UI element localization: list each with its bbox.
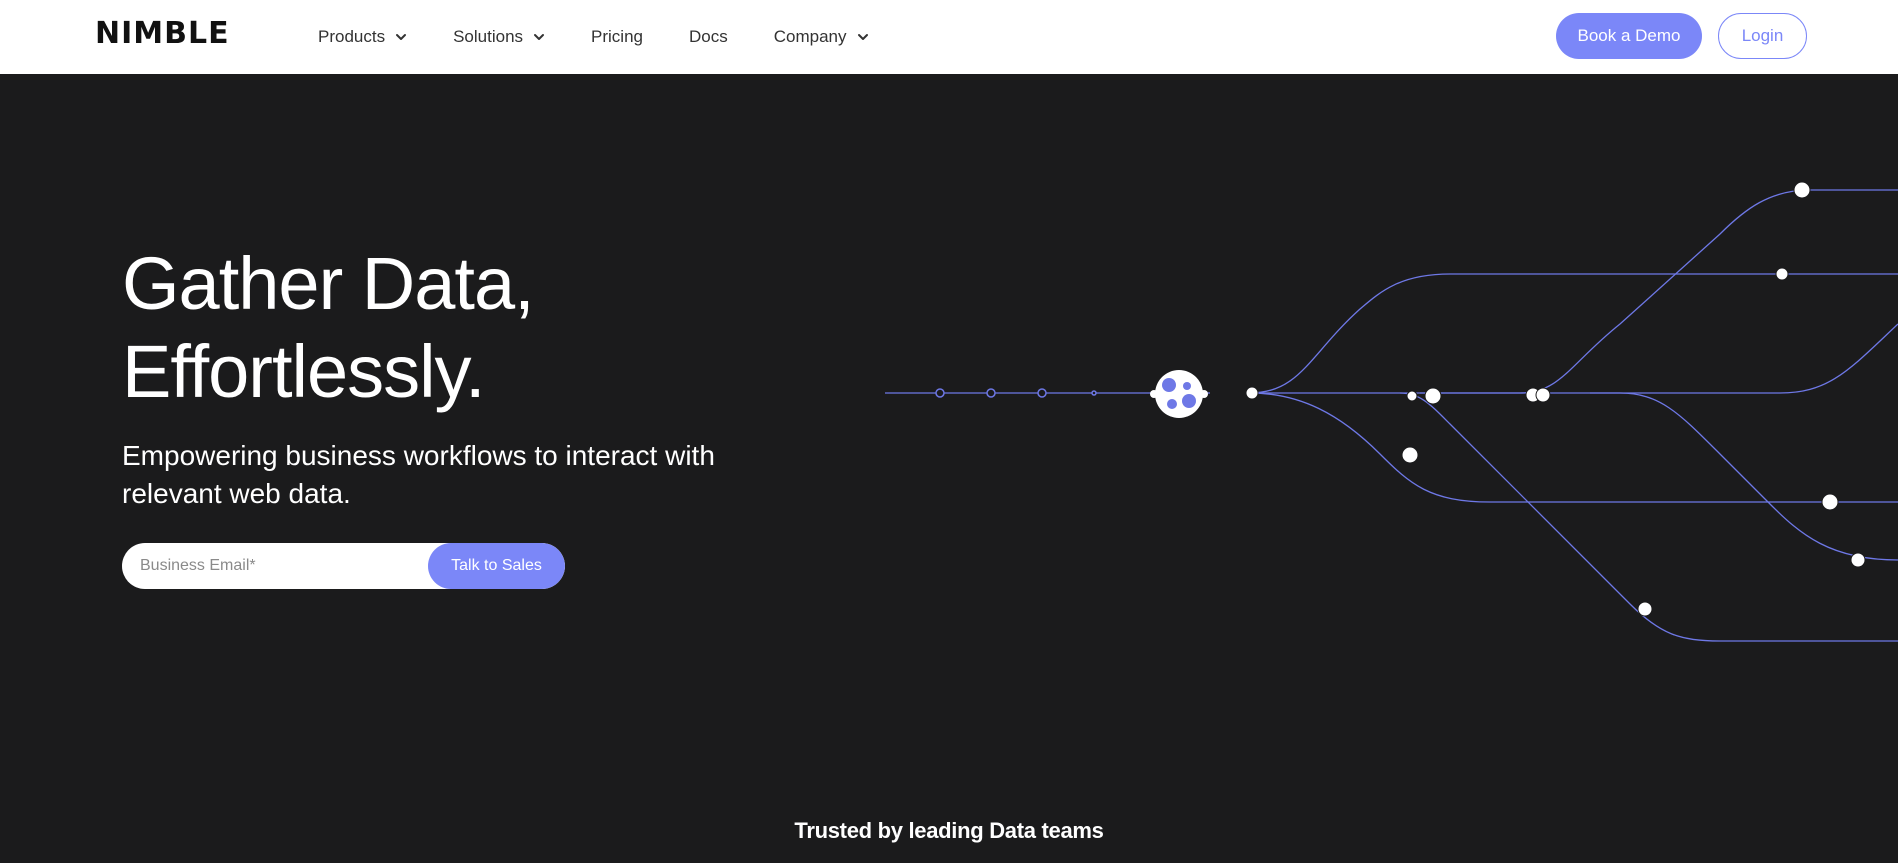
hero-title-line-2: Effortlessly. [122, 330, 486, 413]
nav-products-label: Products [318, 27, 386, 46]
logo-text: NIMBLE [95, 16, 230, 51]
main-nav: Products Solutions Pricing Docs Company [318, 0, 915, 74]
nav-solutions-label: Solutions [453, 27, 524, 46]
network-node [1775, 267, 1789, 281]
nimble-hub-icon [1150, 370, 1208, 418]
nav-products[interactable]: Products [318, 0, 407, 74]
network-node [1245, 386, 1259, 400]
chevron-down-icon [534, 34, 545, 40]
top-navbar: NIMBLE Products Solutions Pricing Docs C… [0, 0, 1898, 74]
network-node [1406, 390, 1418, 402]
network-line-branch-3 [1249, 392, 1898, 503]
network-node [1821, 493, 1839, 511]
nimble-logo[interactable]: NIMBLE [95, 19, 230, 49]
network-node [1850, 552, 1866, 568]
network-node [1637, 601, 1653, 617]
network-node [1424, 387, 1442, 405]
chevron-down-icon [396, 34, 407, 40]
hero-title-line-1: Gather Data, [122, 242, 535, 325]
talk-to-sales-button[interactable]: Talk to Sales [428, 543, 565, 589]
chevron-down-icon [857, 34, 868, 40]
nav-solutions[interactable]: Solutions [453, 0, 545, 74]
nav-pricing-label: Pricing [591, 27, 643, 46]
nav-pricing[interactable]: Pricing [591, 0, 643, 74]
login-button[interactable]: Login [1718, 13, 1807, 59]
network-node [1401, 446, 1419, 464]
network-node [935, 388, 945, 398]
network-node [1535, 387, 1551, 403]
network-node [986, 388, 996, 398]
business-email-input[interactable] [122, 543, 432, 589]
network-node [1091, 390, 1097, 396]
network-line-main [1250, 323, 1898, 394]
nav-docs-label: Docs [689, 27, 728, 46]
network-line-branch-2 [1420, 189, 1898, 394]
network-line-branch-4 [1590, 392, 1898, 561]
network-line-branch-1 [1249, 273, 1898, 394]
email-signup-form: Talk to Sales [122, 543, 565, 589]
nav-docs[interactable]: Docs [689, 0, 728, 74]
network-node [1037, 388, 1047, 398]
hero-subtitle: Empowering business workflows to interac… [122, 440, 715, 509]
book-demo-button[interactable]: Book a Demo [1556, 13, 1702, 59]
trusted-by-heading: Trusted by leading Data teams [794, 818, 1104, 843]
nav-company-label: Company [773, 27, 847, 46]
hero-title: Gather Data, Effortlessly. [122, 240, 762, 416]
nav-company[interactable]: Company [774, 0, 869, 74]
hero-section: Gather Data, Effortlessly. Empowering bu… [0, 74, 1898, 863]
network-node [1793, 181, 1811, 199]
